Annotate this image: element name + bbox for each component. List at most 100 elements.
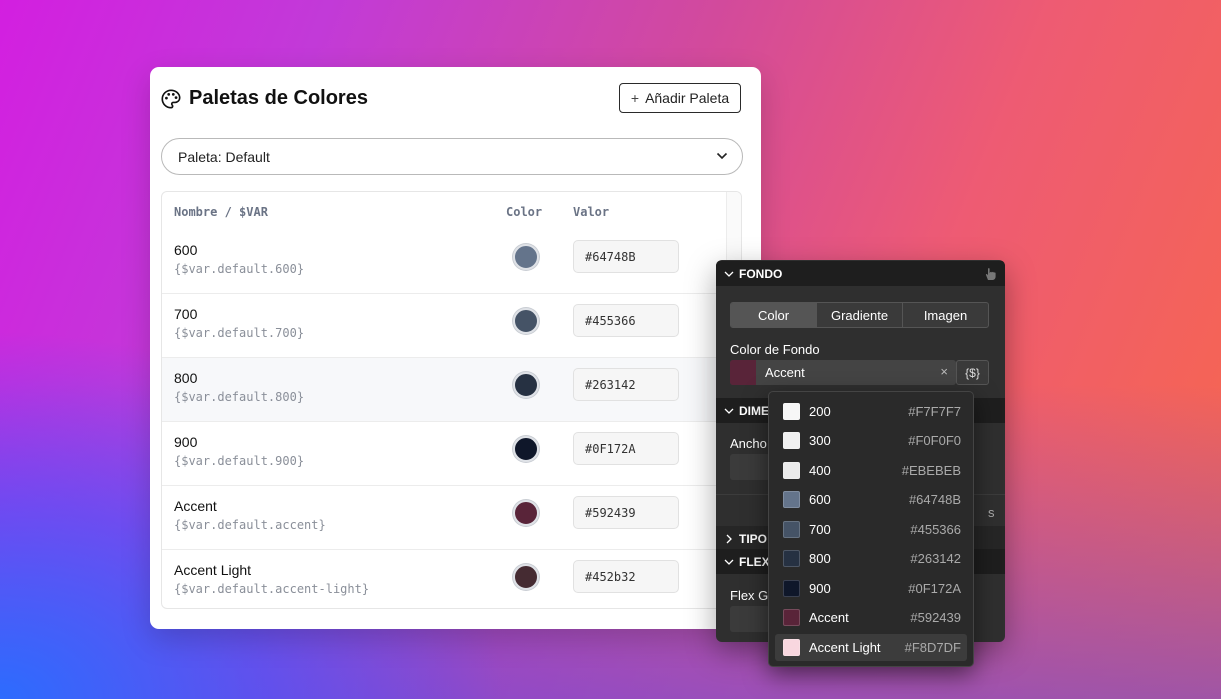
option-hex: #263142 [910, 551, 961, 566]
option-name: 800 [809, 551, 831, 566]
color-swatch[interactable] [513, 500, 539, 526]
dropdown-option[interactable]: 600 #64748B [775, 486, 967, 513]
option-swatch [783, 403, 800, 420]
color-variable: {$var.default.accent} [174, 518, 326, 532]
color-name: 600 [174, 242, 198, 258]
dropdown-option[interactable]: 800 #263142 [775, 545, 967, 572]
option-hex: #64748B [908, 492, 961, 507]
section-typography-title: TIPO [739, 531, 768, 546]
color-variable: {$var.default.600} [174, 262, 305, 276]
palette-icon [161, 88, 181, 109]
color-variable-dropdown: 200 #F7F7F7 300 #F0F0F0 400 #EBEBEB 600 … [768, 391, 974, 667]
tab-color[interactable]: Color [731, 303, 817, 327]
chevron-right-icon [726, 534, 732, 543]
table-row: 700 {$var.default.700} #455366 [162, 294, 728, 358]
add-palette-button[interactable]: + Añadir Paleta [619, 83, 741, 113]
chevron-down-icon [716, 152, 728, 160]
option-name: 300 [809, 433, 831, 448]
palette-select-value: Paleta: Default [178, 148, 270, 165]
dropdown-option[interactable]: 400 #EBEBEB [775, 457, 967, 484]
color-variable: {$var.default.800} [174, 390, 305, 404]
hand-pointer-icon [985, 268, 996, 280]
add-palette-label: Añadir Paleta [645, 90, 730, 106]
color-swatch[interactable] [513, 436, 539, 462]
table-row: 800 {$var.default.800} #263142 [162, 358, 728, 422]
color-value-input[interactable]: #452b32 [573, 560, 679, 593]
dropdown-option-selected[interactable]: Accent Light #F8D7DF [775, 634, 967, 661]
variable-button[interactable]: {$} [956, 360, 989, 385]
color-name: Accent Light [174, 562, 252, 578]
color-name: 800 [174, 370, 198, 386]
chevron-down-icon [724, 408, 734, 414]
palette-card: Paletas de Colores + Añadir Paleta Palet… [150, 67, 761, 629]
table-header: Nombre / $VAR Color Valor [162, 192, 728, 230]
option-hex: #0F172A [908, 581, 961, 596]
flex-grow-input[interactable] [730, 606, 770, 632]
color-swatch[interactable] [513, 308, 539, 334]
dropdown-option[interactable]: 700 #455366 [775, 516, 967, 543]
tab-gradiente[interactable]: Gradiente [817, 303, 903, 327]
chevron-down-icon [724, 271, 734, 277]
table-row: 900 {$var.default.900} #0F172A [162, 422, 728, 486]
dropdown-option[interactable]: 300 #F0F0F0 [775, 427, 967, 454]
column-header-color: Color [506, 205, 543, 219]
option-hex: #EBEBEB [901, 463, 961, 478]
table-row: 600 {$var.default.600} #64748B [162, 230, 728, 294]
bg-color-label: Color de Fondo [730, 342, 820, 357]
plus-icon: + [630, 90, 640, 106]
option-hex: #F0F0F0 [908, 433, 961, 448]
option-swatch [783, 609, 800, 626]
option-swatch [783, 580, 800, 597]
color-value-input[interactable]: #592439 [573, 496, 679, 529]
partial-label: s [988, 505, 995, 520]
color-value-input[interactable]: #0F172A [573, 432, 679, 465]
dropdown-option[interactable]: Accent #592439 [775, 604, 967, 631]
option-hex: #592439 [910, 610, 961, 625]
page-title: Paletas de Colores [189, 87, 368, 109]
option-name: Accent [809, 610, 849, 625]
color-value-input[interactable]: #455366 [573, 304, 679, 337]
color-variable: {$var.default.700} [174, 326, 305, 340]
background-type-tabs: Color Gradiente Imagen [730, 302, 989, 328]
option-swatch [783, 639, 800, 656]
color-name: Accent [174, 498, 217, 514]
column-header-value: Valor [573, 205, 610, 219]
table-row: Accent {$var.default.accent} #592439 [162, 486, 728, 550]
color-value-input[interactable]: #64748B [573, 240, 679, 273]
bg-color-value: Accent [765, 365, 805, 380]
clear-icon[interactable]: × [940, 364, 948, 379]
option-name: 600 [809, 492, 831, 507]
table-row: Accent Light {$var.default.accent-light}… [162, 550, 728, 608]
option-hex: #455366 [910, 522, 961, 537]
color-variable: {$var.default.accent-light} [174, 582, 370, 596]
chevron-down-icon [724, 559, 734, 565]
color-name: 700 [174, 306, 198, 322]
section-dimensions-title: DIME [739, 403, 769, 418]
section-fondo-title: FONDO [739, 266, 783, 281]
option-name: 700 [809, 522, 831, 537]
option-hex: #F8D7DF [904, 640, 961, 655]
option-hex: #F7F7F7 [908, 404, 961, 419]
section-fondo-header[interactable]: FONDO [716, 261, 1005, 286]
tab-imagen[interactable]: Imagen [903, 303, 988, 327]
option-name: Accent Light [809, 640, 881, 655]
color-swatch[interactable] [513, 244, 539, 270]
dropdown-option[interactable]: 900 #0F172A [775, 575, 967, 602]
width-input[interactable] [730, 454, 770, 480]
column-header-name: Nombre / $VAR [174, 205, 268, 219]
colors-table: Nombre / $VAR Color Valor 600 {$var.defa… [161, 191, 742, 609]
color-swatch[interactable] [513, 372, 539, 398]
bg-color-field[interactable]: Accent × [730, 360, 956, 385]
card-header: Paletas de Colores [160, 87, 368, 110]
option-name: 200 [809, 404, 831, 419]
option-swatch [783, 550, 800, 567]
option-swatch [783, 491, 800, 508]
width-label: Ancho [730, 436, 767, 451]
palette-select[interactable]: Paleta: Default [161, 138, 743, 175]
color-value-input[interactable]: #263142 [573, 368, 679, 401]
color-swatch[interactable] [513, 564, 539, 590]
color-name: 900 [174, 434, 198, 450]
color-variable: {$var.default.900} [174, 454, 305, 468]
bg-color-chip [730, 360, 756, 385]
dropdown-option[interactable]: 200 #F7F7F7 [775, 398, 967, 425]
